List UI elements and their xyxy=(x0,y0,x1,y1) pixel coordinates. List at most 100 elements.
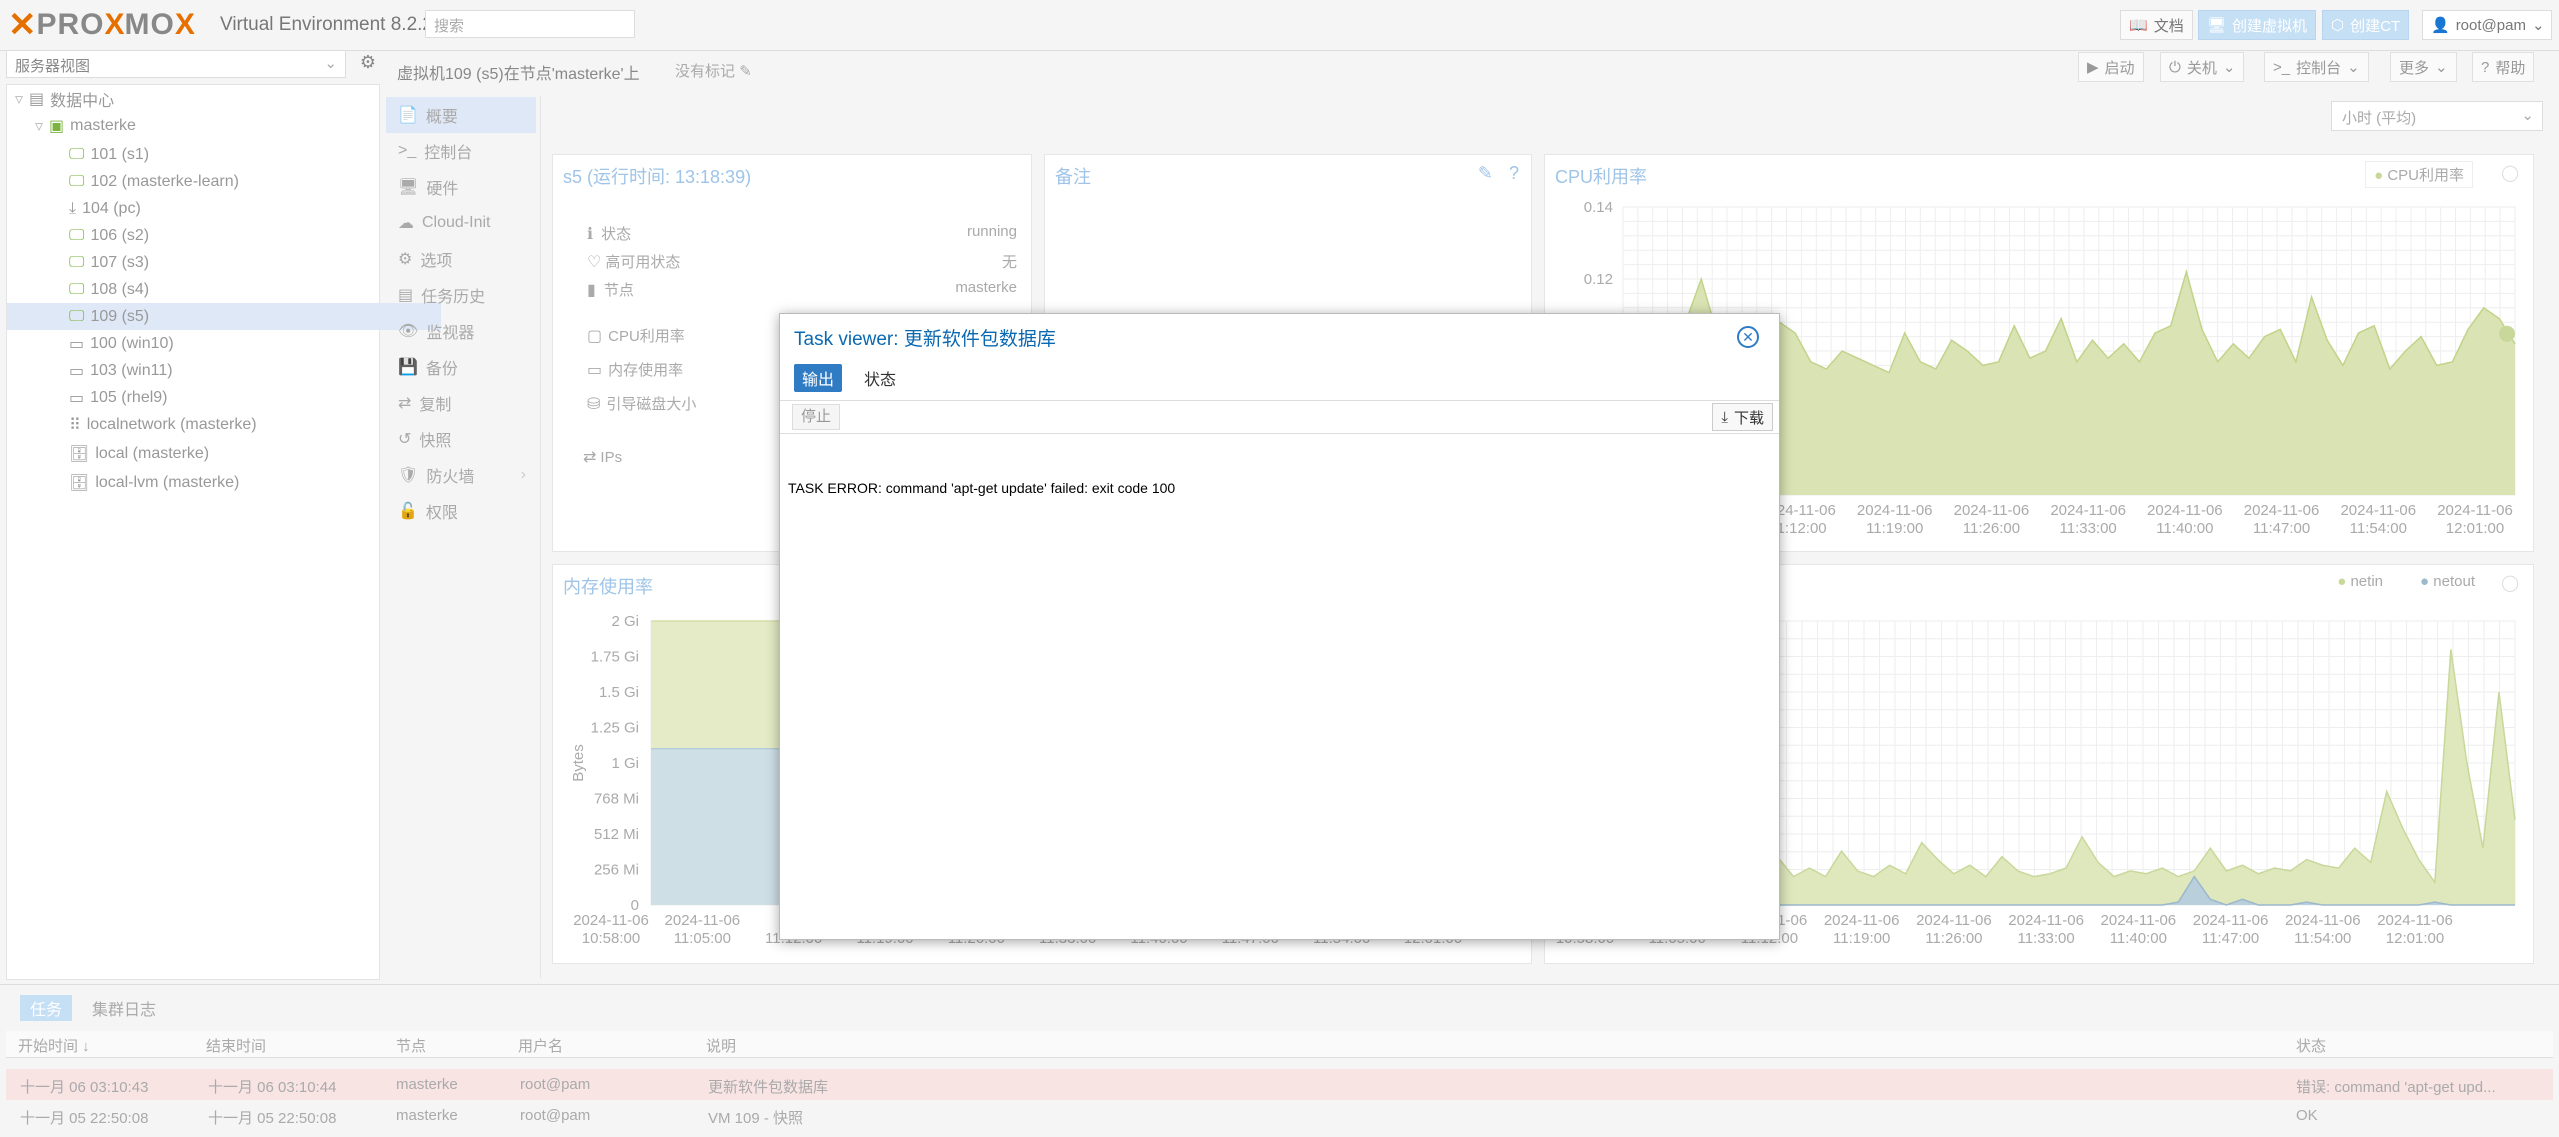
vm-tags[interactable]: 没有标记 ✎ xyxy=(675,60,752,81)
proxmox-logo[interactable]: ✕ PRO X MO X xyxy=(8,6,195,44)
col-node[interactable]: 节点 xyxy=(396,1035,426,1056)
vm-running-icon: 🖵 xyxy=(69,172,85,190)
tree-item-storage-local[interactable]: 🗄 local (masterke) xyxy=(7,440,441,467)
tab-output[interactable]: 输出 xyxy=(794,364,843,392)
nav-summary[interactable]: 📄 概要 xyxy=(386,97,536,133)
netout-legend[interactable]: ● netout xyxy=(2420,573,2475,590)
nav-task-history[interactable]: ▤ 任务历史 xyxy=(386,277,536,313)
more-button[interactable]: 更多 ⌄ xyxy=(2390,52,2457,82)
start-button[interactable]: ▶ 启动 xyxy=(2078,52,2144,82)
col-start-time[interactable]: 开始时间 ↓ xyxy=(18,1035,90,1056)
cpu-legend[interactable]: ● CPU利用率 xyxy=(2365,161,2473,188)
nav-console[interactable]: >_ 控制台 xyxy=(386,133,536,169)
col-user[interactable]: 用户名 xyxy=(518,1035,563,1056)
cpu-ytick: 0.14 xyxy=(1584,199,1613,216)
nav-options[interactable]: ⚙ 选项 xyxy=(386,241,536,277)
net-xtick-time: 11:54:00 xyxy=(2294,930,2351,947)
col-status[interactable]: 状态 xyxy=(2296,1035,2326,1056)
net-xtick-date: 2024-11-06 xyxy=(2193,912,2269,929)
close-icon[interactable]: ✕ xyxy=(1737,326,1759,348)
storage-icon: 🗄 xyxy=(69,445,90,463)
firewall-icon: 🛡 xyxy=(398,467,419,484)
tree-item-node[interactable]: ▿ ▣ masterke xyxy=(7,112,407,139)
tree-item-vm-108[interactable]: 🖵 108 (s4) xyxy=(7,276,441,303)
vm-running-icon: 🖵 xyxy=(69,280,85,298)
help-icon[interactable]: ? xyxy=(1509,163,1519,184)
tree-item-vm-104[interactable]: ⤓ 104 (pc) xyxy=(7,195,441,222)
ha-state-row: ♡ 高可用状态 无 xyxy=(587,254,1017,271)
net-xtick-date: 2024-11-06 xyxy=(2285,912,2361,929)
unlock-icon: 🔓 xyxy=(398,503,418,520)
vm-running-icon: 🖵 xyxy=(69,307,85,325)
chevron-down-icon: ⌄ xyxy=(2222,59,2236,76)
net-xtick-time: 11:47:00 xyxy=(2202,930,2259,947)
col-end-time[interactable]: 结束时间 xyxy=(206,1035,266,1056)
nav-firewall[interactable]: 🛡 防火墙 › xyxy=(386,457,536,493)
search-input[interactable]: 搜索 xyxy=(425,10,635,38)
chevron-down-icon: ⌄ xyxy=(2521,107,2534,124)
netin-legend[interactable]: ● netin xyxy=(2337,573,2383,590)
vm-stopped-icon: ▭ xyxy=(69,362,85,380)
tree-item-vm-101[interactable]: 🖵 101 (s1) xyxy=(7,141,441,168)
cloud-icon: ☁ xyxy=(398,215,414,232)
tree-item-localnetwork[interactable]: ⠿ localnetwork (masterke) xyxy=(7,411,441,438)
cpu-xtick-time: 11:47:00 xyxy=(2253,520,2310,537)
edit-icon[interactable]: ✎ xyxy=(1478,163,1493,184)
tree-item-vm-100[interactable]: ▭ 100 (win10) xyxy=(7,330,441,357)
nav-backup[interactable]: 💾 备份 xyxy=(386,349,536,385)
heartbeat-icon: ♡ xyxy=(587,254,602,271)
status-panel-title: s5 (运行时间: 13:18:39) xyxy=(563,167,752,187)
nav-cloud-init[interactable]: ☁ Cloud-Init xyxy=(386,205,536,241)
tree-item-storage-local-lvm[interactable]: 🗄 local-lvm (masterke) xyxy=(7,469,441,496)
user-icon: 👤 xyxy=(2431,17,2450,34)
nav-monitor[interactable]: 👁 监视器 xyxy=(386,313,536,349)
nav-permissions[interactable]: 🔓 权限 xyxy=(386,493,536,529)
timeframe-select[interactable]: 小时 (平均) ⌄ xyxy=(2331,101,2543,131)
tree-item-vm-105[interactable]: ▭ 105 (rhel9) xyxy=(7,384,441,411)
tree-item-vm-109[interactable]: 🖵 109 (s5) xyxy=(7,303,441,330)
user-menu-button[interactable]: 👤 root@pam ⌄ xyxy=(2422,10,2552,40)
tab-cluster-log[interactable]: 集群日志 xyxy=(82,995,166,1021)
exchange-icon: ⇄ xyxy=(583,449,597,466)
nav-snapshot[interactable]: ↺ 快照 xyxy=(386,421,536,457)
dialog-toolbar: 停止 ⤓ 下载 xyxy=(780,400,1779,434)
memory-panel-title: 内存使用率 xyxy=(563,577,653,597)
stop-button[interactable]: 停止 xyxy=(792,404,841,430)
console-button[interactable]: >_ 控制台 ⌄ xyxy=(2264,52,2369,82)
reset-icon[interactable]: ◯ xyxy=(2501,573,2519,593)
create-vm-button[interactable]: 🖥 创建虚拟机 xyxy=(2198,10,2317,40)
shutdown-button[interactable]: ⏻ 关机 ⌄ xyxy=(2160,52,2245,82)
book-icon: 📖 xyxy=(2129,17,2148,34)
table-row[interactable]: 十一月 06 03:10:43 十一月 06 03:10:44 masterke… xyxy=(6,1069,2553,1100)
memory-usage-row: ▭ 内存使用率 xyxy=(587,362,684,379)
view-selector[interactable]: 服务器视图 ⌄ xyxy=(6,50,346,78)
cpu-xtick-date: 2024-11-06 xyxy=(2437,502,2513,519)
gear-icon[interactable]: ⚙ xyxy=(356,52,380,76)
create-ct-button[interactable]: ⬡ 创建CT xyxy=(2322,10,2410,40)
hardware-icon: 🖥 xyxy=(398,179,419,196)
legend-dot-icon: ● xyxy=(2374,167,2384,184)
help-button[interactable]: ? 帮助 xyxy=(2472,52,2535,82)
tab-tasks[interactable]: 任务 xyxy=(20,995,73,1021)
backup-icon: 💾 xyxy=(398,359,418,376)
tree-item-vm-102[interactable]: 🖵 102 (masterke-learn) xyxy=(7,168,441,195)
docs-button[interactable]: 📖 文档 xyxy=(2120,10,2193,40)
hdd-icon: ⛁ xyxy=(587,396,601,413)
memory-icon: ▭ xyxy=(587,362,603,379)
net-xtick-date: 2024-11-06 xyxy=(2377,912,2453,929)
top-bar: ✕ PRO X MO X Virtual Environment 8.2.2 搜索 📖… xyxy=(0,0,2559,51)
net-xtick-time: 12:01:00 xyxy=(2386,930,2444,947)
tree-item-datacenter[interactable]: ▿ ▤ 数据中心 xyxy=(7,85,387,112)
col-description[interactable]: 说明 xyxy=(706,1035,736,1056)
tree-item-vm-103[interactable]: ▭ 103 (win11) xyxy=(7,357,441,384)
tree-item-vm-106[interactable]: 🖵 106 (s2) xyxy=(7,222,441,249)
nav-hardware[interactable]: 🖥 硬件 xyxy=(386,169,536,205)
reset-icon[interactable]: ◯ xyxy=(2501,163,2519,183)
nav-replication[interactable]: ⇄ 复制 xyxy=(386,385,536,421)
mem-xtick-time: 10:58:00 xyxy=(582,930,640,947)
net-xtick-time: 11:19:00 xyxy=(1833,930,1890,947)
table-row[interactable]: 十一月 05 22:50:08 十一月 05 22:50:08 masterke… xyxy=(6,1100,2553,1131)
download-button[interactable]: ⤓ 下载 xyxy=(1712,403,1773,431)
tree-item-vm-107[interactable]: 🖵 107 (s3) xyxy=(7,249,441,276)
tab-status[interactable]: 状态 xyxy=(856,364,904,392)
